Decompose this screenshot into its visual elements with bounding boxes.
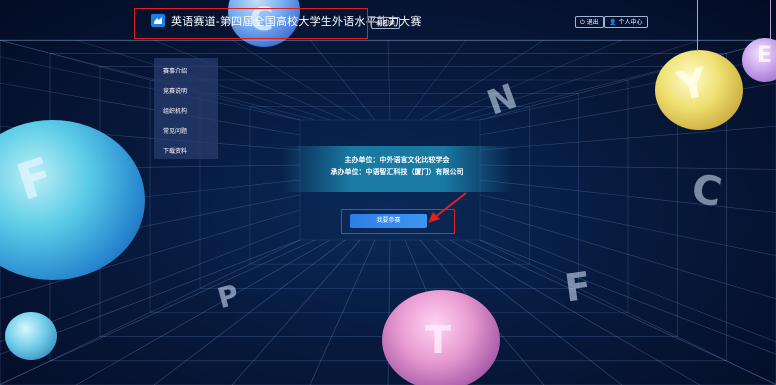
logout-icon: ⏻ bbox=[580, 19, 585, 26]
logout-button[interactable]: ⏻ 退出 bbox=[575, 16, 604, 28]
header-divider bbox=[0, 40, 776, 41]
sidebar-menu: 赛事介绍 竞赛说明 组织机构 常见问题 下载资料 bbox=[154, 58, 218, 159]
switch-button[interactable]: ⇆ 切换 bbox=[371, 17, 401, 29]
title-highlight-box bbox=[134, 8, 368, 39]
switch-icon: ⇆ bbox=[376, 20, 382, 27]
profile-button[interactable]: 👤 个人中心 bbox=[604, 16, 648, 28]
letter-e-right: E bbox=[757, 43, 773, 68]
organizer-banner: 主办单位：中外语言文化比较学会 承办单位：中语智汇科技（厦门）有限公司 bbox=[282, 146, 512, 192]
annotation-arrow bbox=[428, 192, 467, 223]
switch-label: 切换 bbox=[383, 20, 396, 27]
page-background: F C T Y E N C F P 英语赛道-第四届全国高校大学生外语水平能力大… bbox=[0, 0, 776, 385]
sidebar-item-faq[interactable]: 常见问题 bbox=[163, 126, 187, 135]
sidebar-item-downloads[interactable]: 下载资料 bbox=[163, 146, 187, 155]
host-text: 主办单位：中外语言文化比较学会 bbox=[344, 155, 450, 164]
logout-label: 退出 bbox=[586, 19, 599, 26]
header-bar: 英语赛道-第四届全国高校大学生外语水平能力大赛 ⇆ 切换 ⏻ 退出 👤 个人中心 bbox=[0, 0, 776, 40]
profile-label: 个人中心 bbox=[618, 19, 643, 26]
enter-contest-button[interactable]: 我要参赛 bbox=[350, 214, 427, 228]
sidebar-item-intro[interactable]: 赛事介绍 bbox=[163, 66, 187, 75]
co-host-text: 承办单位：中语智汇科技（厦门）有限公司 bbox=[330, 167, 464, 176]
sidebar-item-rules[interactable]: 竞赛说明 bbox=[163, 86, 187, 95]
sidebar-item-organization[interactable]: 组织机构 bbox=[163, 106, 187, 115]
user-icon: 👤 bbox=[609, 19, 617, 26]
bubble-bottom-left bbox=[5, 312, 57, 360]
letter-t-bottom: T bbox=[425, 318, 451, 362]
